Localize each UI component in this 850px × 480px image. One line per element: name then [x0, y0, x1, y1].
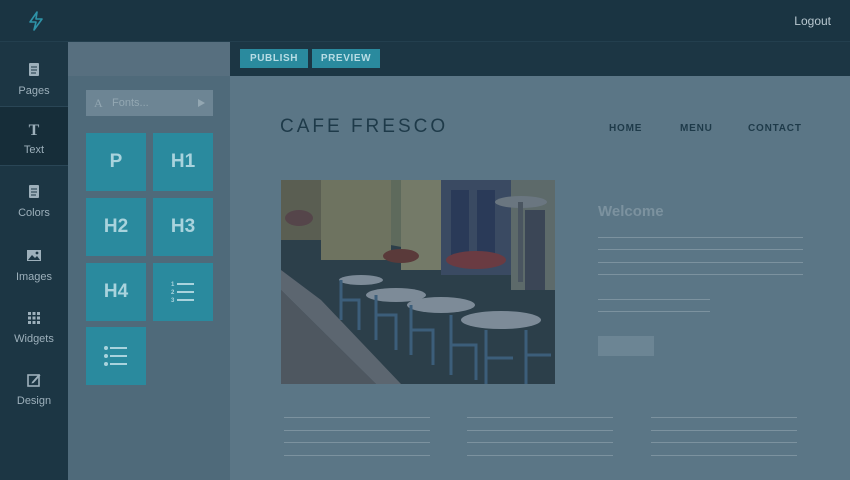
footer-placeholder-line	[467, 417, 613, 418]
text-placeholder-line	[598, 262, 803, 263]
footer-placeholder-line	[651, 455, 797, 456]
numbered-list-button[interactable]: 1 2 3	[153, 263, 213, 321]
footer-placeholder-line	[651, 442, 797, 443]
svg-text:1: 1	[171, 282, 175, 288]
footer-placeholder-line	[467, 430, 613, 431]
text-icon: T	[29, 122, 40, 137]
site-title[interactable]: CAFE FRESCO	[280, 116, 448, 138]
svg-text:T: T	[29, 122, 40, 137]
sidebar-item-design[interactable]: Design	[0, 358, 68, 418]
panel-header	[68, 42, 230, 76]
site-canvas[interactable]: CAFE FRESCO HOME MENU CONTACT Welcome	[230, 76, 850, 480]
text-placeholder-line	[598, 237, 803, 238]
sidebar-item-label: Widgets	[14, 333, 54, 345]
publish-button[interactable]: PUBLISH	[240, 49, 308, 68]
text-placeholder-line	[598, 249, 803, 250]
app-logo-icon[interactable]	[27, 11, 45, 31]
widgets-icon	[28, 312, 40, 324]
footer-placeholder-line	[284, 430, 430, 431]
svg-text:3: 3	[171, 298, 175, 304]
placeholder-button[interactable]	[598, 336, 654, 356]
logout-link[interactable]: Logout	[794, 14, 831, 28]
play-arrow-icon[interactable]	[198, 99, 205, 107]
editor-toolbar: PUBLISH PREVIEW	[230, 42, 850, 76]
images-icon	[27, 250, 41, 261]
preview-button[interactable]: PREVIEW	[312, 49, 380, 68]
top-bar: Logout	[0, 0, 850, 42]
bulleted-list-button[interactable]	[86, 327, 146, 385]
sidebar-item-colors[interactable]: Colors	[0, 170, 68, 230]
sidebar-item-images[interactable]: Images	[0, 234, 68, 294]
text-placeholder-line	[598, 311, 710, 312]
font-icon: A	[94, 96, 103, 110]
footer-placeholder-line	[467, 442, 613, 443]
sidebar: Pages T Text Colors Images Widgets Desig…	[0, 42, 68, 480]
text-placeholder-line	[598, 274, 803, 275]
sidebar-item-label: Text	[23, 144, 45, 156]
font-search-placeholder: Fonts...	[112, 97, 149, 109]
pages-icon	[29, 63, 39, 76]
sidebar-item-label: Pages	[18, 85, 50, 97]
text-style-h4[interactable]: H4	[86, 263, 146, 321]
text-style-h3[interactable]: H3	[153, 198, 213, 256]
footer-placeholder-line	[284, 455, 430, 456]
sidebar-item-widgets[interactable]: Widgets	[0, 296, 68, 356]
bulleted-list-icon	[104, 346, 127, 366]
text-panel: A Fonts... P H1 H2 H3 H4 1 2 3	[68, 42, 230, 480]
footer-placeholder-line	[467, 455, 613, 456]
sidebar-item-label: Colors	[18, 207, 50, 219]
footer-placeholder-line	[651, 430, 797, 431]
footer-placeholder-line	[284, 442, 430, 443]
text-style-p[interactable]: P	[86, 133, 146, 191]
font-search-field[interactable]: A Fonts...	[86, 90, 213, 116]
footer-placeholder-line	[651, 417, 797, 418]
cafe-terrace-photo[interactable]	[281, 180, 555, 384]
sidebar-item-text[interactable]: T Text	[0, 106, 68, 166]
welcome-heading[interactable]: Welcome	[598, 203, 664, 220]
sidebar-item-label: Images	[15, 271, 53, 283]
sidebar-item-pages[interactable]: Pages	[0, 48, 68, 108]
cafe-photo-image	[281, 180, 555, 384]
site-nav-contact[interactable]: CONTACT	[748, 123, 802, 134]
footer-placeholder-line	[284, 417, 430, 418]
text-placeholder-line	[598, 299, 710, 300]
sidebar-item-label: Design	[16, 395, 52, 407]
site-nav-home[interactable]: HOME	[609, 123, 642, 134]
svg-text:2: 2	[171, 290, 175, 296]
numbered-list-icon: 1 2 3	[171, 282, 194, 304]
colors-icon	[29, 185, 39, 198]
design-icon	[27, 374, 41, 387]
text-style-h1[interactable]: H1	[153, 133, 213, 191]
site-nav-menu[interactable]: MENU	[680, 123, 713, 134]
text-style-h2[interactable]: H2	[86, 198, 146, 256]
